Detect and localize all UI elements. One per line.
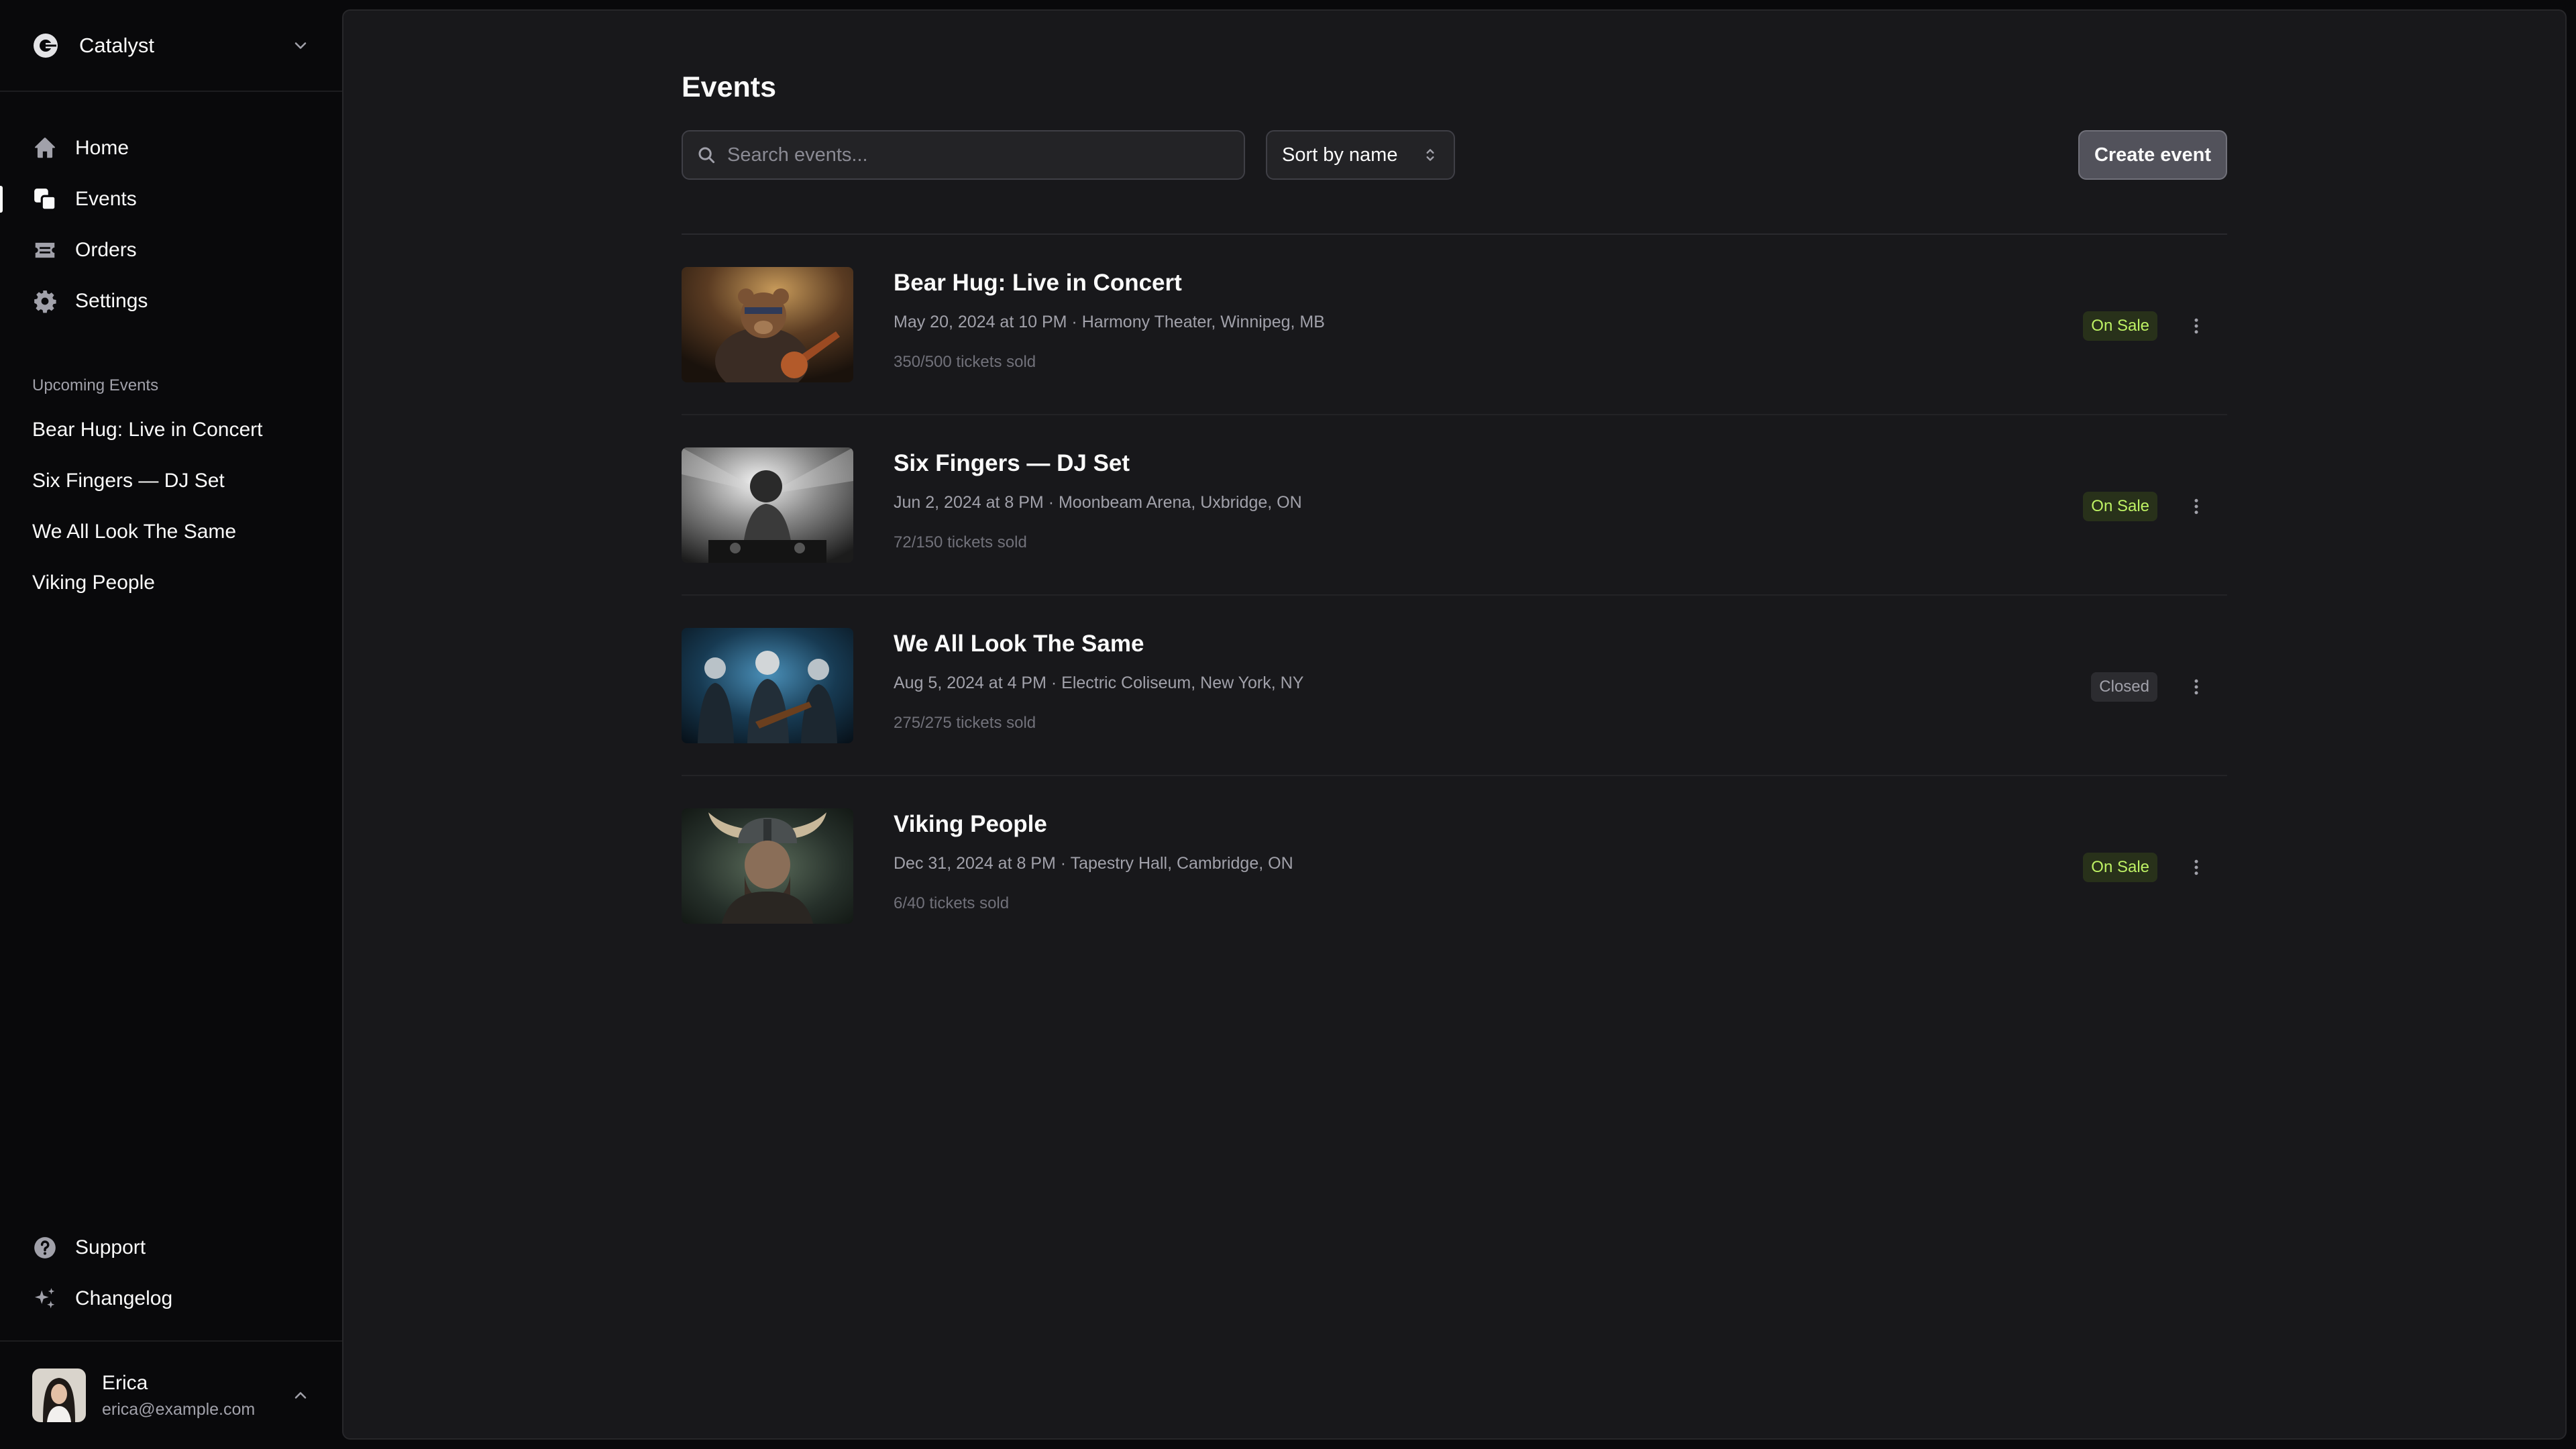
- event-title[interactable]: Six Fingers — DJ Set: [894, 450, 1130, 477]
- user-info: Erica erica@example.com: [102, 1372, 291, 1419]
- app-root: Catalyst Home Events Orders Settings Upc…: [0, 0, 2576, 1449]
- team-switcher[interactable]: Catalyst: [0, 0, 342, 92]
- nav-label: Settings: [75, 290, 148, 312]
- upcoming-event-link[interactable]: We All Look The Same: [0, 506, 342, 557]
- upcoming-events-list: Bear Hug: Live in Concert Six Fingers — …: [0, 405, 342, 608]
- event-tickets-sold: 350/500 tickets sold: [894, 353, 1036, 371]
- event-list: Bear Hug: Live in Concert May 20, 2024 a…: [682, 235, 2227, 957]
- gear-icon: [34, 290, 56, 313]
- ellipsis-vertical-icon: [2194, 679, 2198, 695]
- sparkles-icon: [34, 1288, 55, 1309]
- event-tickets-sold: 275/275 tickets sold: [894, 714, 1036, 732]
- sort-select-label: Sort by name: [1282, 144, 1398, 166]
- create-event-button[interactable]: Create event: [2078, 130, 2227, 180]
- event-row[interactable]: We All Look The Same Aug 5, 2024 at 4 PM…: [682, 596, 2227, 776]
- more-options-button[interactable]: [2180, 851, 2212, 883]
- event-thumbnail[interactable]: [682, 628, 853, 743]
- more-options-button[interactable]: [2180, 490, 2212, 523]
- ticket-icon: [35, 242, 55, 258]
- ellipsis-vertical-icon: [2194, 318, 2198, 334]
- status-badge: On Sale: [2083, 311, 2157, 341]
- home-icon: [34, 138, 56, 158]
- squares-icon: [34, 189, 57, 211]
- nav-item-support[interactable]: Support: [0, 1222, 342, 1273]
- nav-item-home[interactable]: Home: [0, 123, 342, 174]
- sort-select[interactable]: Sort by name: [1266, 130, 1455, 180]
- event-meta: May 20, 2024 at 10 PM · Harmony Theater,…: [894, 313, 1325, 331]
- event-meta: Dec 31, 2024 at 8 PM · Tapestry Hall, Ca…: [894, 854, 1293, 873]
- more-options-button[interactable]: [2180, 671, 2212, 703]
- status-badge: On Sale: [2083, 853, 2157, 882]
- upcoming-event-link[interactable]: Viking People: [0, 557, 342, 608]
- upcoming-event-link[interactable]: Six Fingers — DJ Set: [0, 455, 342, 506]
- upcoming-event-link[interactable]: Bear Hug: Live in Concert: [0, 405, 342, 455]
- event-row[interactable]: Bear Hug: Live in Concert May 20, 2024 a…: [682, 235, 2227, 415]
- user-name: Erica: [102, 1371, 148, 1394]
- ellipsis-vertical-icon: [2194, 498, 2198, 515]
- nav-item-events[interactable]: Events: [0, 174, 342, 225]
- status-badge: Closed: [2091, 672, 2157, 702]
- event-meta: Jun 2, 2024 at 8 PM · Moonbeam Arena, Ux…: [894, 493, 1302, 512]
- event-title[interactable]: We All Look The Same: [894, 631, 1144, 657]
- event-title[interactable]: Viking People: [894, 811, 1047, 838]
- toolbar: Sort by name Create event: [682, 130, 2227, 180]
- events-page: Events Sort by name Create even: [682, 11, 2227, 957]
- event-thumbnail[interactable]: [682, 447, 853, 563]
- user-menu-button[interactable]: Erica erica@example.com: [0, 1340, 342, 1449]
- avatar: [32, 1368, 86, 1422]
- secondary-nav: Support Changelog: [0, 1222, 342, 1340]
- event-thumbnail[interactable]: [682, 267, 853, 382]
- main-panel: Events Sort by name Create even: [342, 9, 2567, 1440]
- event-row[interactable]: Viking People Dec 31, 2024 at 8 PM · Tap…: [682, 776, 2227, 957]
- event-tickets-sold: 6/40 tickets sold: [894, 894, 1010, 912]
- user-email: erica@example.com: [102, 1399, 256, 1419]
- page-title: Events: [682, 71, 777, 103]
- nav-item-settings[interactable]: Settings: [0, 276, 342, 327]
- more-options-button[interactable]: [2180, 310, 2212, 342]
- nav-label: Events: [75, 188, 137, 210]
- catalyst-logo-icon: [34, 33, 58, 58]
- event-thumbnail[interactable]: [682, 808, 853, 924]
- event-meta: Aug 5, 2024 at 4 PM · Electric Coliseum,…: [894, 674, 1304, 692]
- upcoming-events-heading: Upcoming Events: [32, 376, 159, 394]
- chevron-down-icon: [294, 42, 307, 49]
- sidebar: Catalyst Home Events Orders Settings Upc…: [0, 0, 342, 1449]
- ellipsis-vertical-icon: [2194, 859, 2198, 875]
- chevron-up-icon: [294, 1392, 307, 1399]
- chevron-up-down-icon: [1426, 149, 1434, 161]
- team-name: Catalyst: [79, 33, 154, 57]
- question-icon: [34, 1237, 56, 1258]
- nav-label: Home: [75, 137, 129, 159]
- primary-nav: Home Events Orders Settings: [0, 92, 342, 327]
- nav-item-changelog[interactable]: Changelog: [0, 1273, 342, 1324]
- event-title[interactable]: Bear Hug: Live in Concert: [894, 270, 1182, 297]
- event-tickets-sold: 72/150 tickets sold: [894, 533, 1027, 551]
- search-box: [682, 130, 1245, 180]
- nav-label: Changelog: [75, 1287, 173, 1309]
- event-row[interactable]: Six Fingers — DJ Set Jun 2, 2024 at 8 PM…: [682, 415, 2227, 596]
- nav-item-orders[interactable]: Orders: [0, 225, 342, 276]
- search-icon: [698, 147, 715, 164]
- nav-label: Orders: [75, 239, 137, 261]
- search-input[interactable]: [727, 144, 1210, 166]
- status-badge: On Sale: [2083, 492, 2157, 521]
- nav-label: Support: [75, 1236, 146, 1258]
